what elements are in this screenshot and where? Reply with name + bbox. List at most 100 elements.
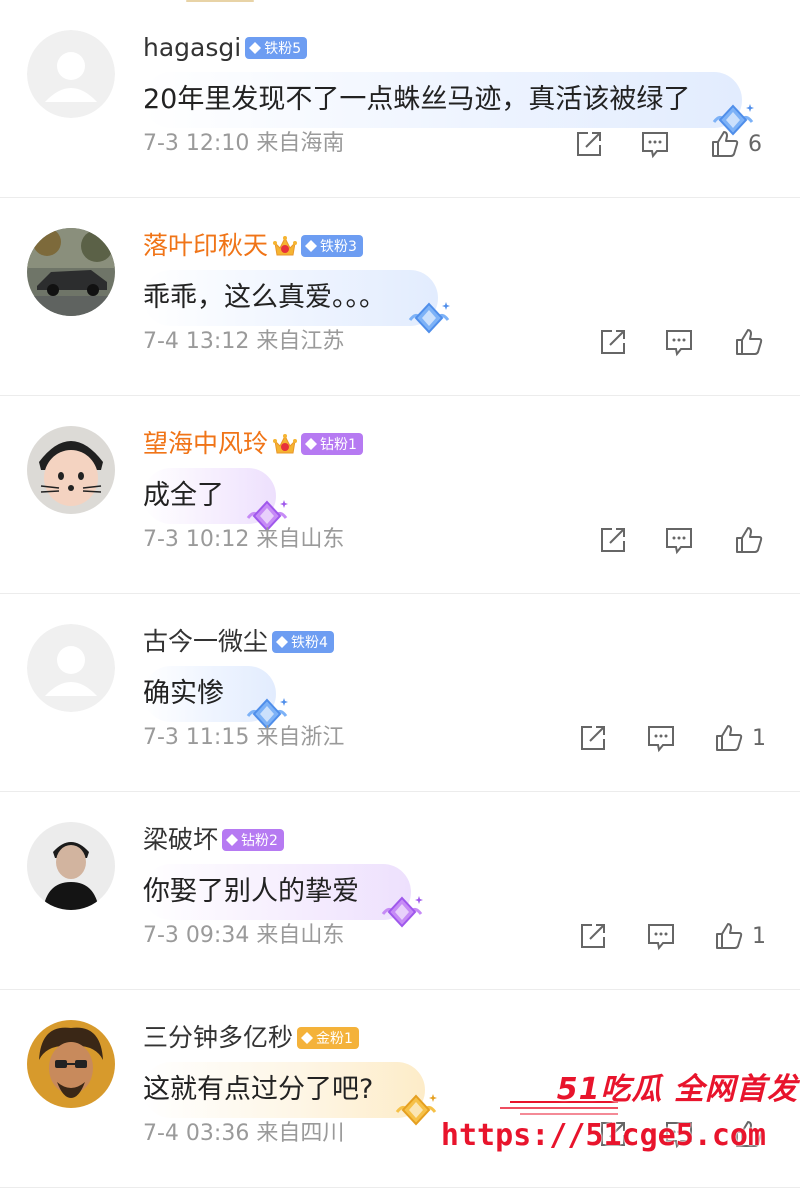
like-button[interactable]: 6 — [710, 124, 762, 164]
bubble-gem-decoration-icon — [381, 896, 423, 928]
username[interactable]: 古今一微尘 — [143, 624, 268, 660]
comment-icon — [666, 330, 692, 357]
comment-time: 7-3 11:15 — [143, 725, 250, 750]
thumbs-up-icon — [716, 923, 743, 949]
comment-meta: 7-3 12:10 来自海南 — [143, 124, 344, 164]
comment-icon — [648, 924, 674, 951]
name-row: 古今一微尘 铁粉4 — [143, 624, 780, 660]
comment-body: 古今一微尘 铁粉4 确实惨 — [143, 624, 780, 730]
comment-meta: 7-3 11:15 来自浙江 — [143, 718, 344, 758]
comment-body: hagasgi 铁粉5 20年里发现不了一点蛛丝马迹，真活该被绿了 — [143, 30, 780, 136]
comment-icon — [666, 528, 692, 555]
repost-button[interactable] — [574, 124, 604, 164]
comment-time: 7-4 13:12 — [143, 329, 250, 354]
bubble-gem-decoration-icon — [408, 302, 450, 334]
repost-button[interactable] — [578, 916, 608, 956]
thumbs-up-icon — [736, 527, 763, 553]
comment-bubble: 你娶了别人的挚爱 — [143, 864, 423, 928]
comment-item[interactable]: 三分钟多亿秒 金粉1 这就有点过分了吧? 7-4 03:36 来自四川 — [0, 990, 800, 1188]
repost-button[interactable] — [598, 1114, 628, 1154]
comment-button[interactable] — [664, 322, 694, 362]
like-count: 1 — [752, 725, 766, 751]
name-row: hagasgi 铁粉5 — [143, 30, 780, 66]
name-row: 梁破坏 钻粉2 — [143, 822, 780, 858]
fan-badge-label: 铁粉3 — [320, 239, 357, 255]
username[interactable]: hagasgi — [143, 30, 241, 66]
like-button[interactable]: 1 — [714, 916, 766, 956]
name-row: 落叶印秋天 铁粉3 — [143, 228, 780, 264]
comment-body: 梁破坏 钻粉2 你娶了别人的挚爱 — [143, 822, 780, 928]
comment-meta: 7-4 03:36 来自四川 — [143, 1114, 344, 1154]
avatar[interactable] — [27, 228, 115, 316]
avatar[interactable] — [27, 822, 115, 910]
like-button[interactable] — [734, 322, 772, 362]
comment-time: 7-3 09:34 — [143, 923, 250, 948]
comment-time: 7-3 10:12 — [143, 527, 250, 552]
fan-badge[interactable]: 铁粉4 — [272, 631, 334, 653]
comment-item[interactable]: 古今一微尘 铁粉4 确实惨 7-3 11:15 来自浙江 1 — [0, 594, 800, 792]
comment-time: 7-3 12:10 — [143, 131, 250, 156]
comment-button[interactable] — [640, 124, 670, 164]
comment-meta: 7-3 09:34 来自山东 — [143, 916, 344, 956]
username[interactable]: 三分钟多亿秒 — [143, 1020, 293, 1056]
comment-bubble: 这就有点过分了吧? — [143, 1062, 438, 1126]
repost-button[interactable] — [598, 520, 628, 560]
avatar[interactable] — [27, 30, 115, 118]
username[interactable]: 梁破坏 — [143, 822, 218, 858]
comment-item[interactable]: 梁破坏 钻粉2 你娶了别人的挚爱 7-3 09:34 来自山东 1 — [0, 792, 800, 990]
like-button[interactable]: 1 — [714, 718, 766, 758]
comment-meta: 7-4 13:12 来自江苏 — [143, 322, 344, 362]
comment-text: 乖乖，这么真爱。。。 — [143, 282, 386, 313]
fan-badge-label: 钻粉1 — [320, 437, 357, 453]
username[interactable]: 望海中风玲 — [143, 426, 268, 462]
crown-icon — [273, 434, 298, 454]
comment-location: 来自山东 — [256, 527, 345, 552]
comment-bubble: 成全了 — [143, 468, 288, 532]
avatar[interactable] — [27, 624, 115, 712]
comment-text: 成全了 — [143, 480, 224, 511]
comment-location: 来自山东 — [256, 923, 345, 948]
like-button[interactable] — [734, 520, 772, 560]
comment-bubble: 20年里发现不了一点蛛丝马迹，真活该被绿了 — [143, 72, 755, 136]
comment-bubble: 确实惨 — [143, 666, 288, 730]
avatar[interactable] — [27, 1020, 115, 1108]
comment-item[interactable]: hagasgi 铁粉5 20年里发现不了一点蛛丝马迹，真活该被绿了 7-3 12:10… — [0, 0, 800, 198]
comment-location: 来自海南 — [256, 131, 345, 156]
comment-button[interactable] — [664, 520, 694, 560]
comment-button[interactable] — [646, 916, 676, 956]
bubble-gem-decoration-icon — [396, 1094, 438, 1126]
repost-button[interactable] — [578, 718, 608, 758]
comment-text: 你娶了别人的挚爱 — [143, 876, 359, 907]
share-square-icon — [581, 924, 605, 948]
comment-item[interactable]: 落叶印秋天 铁粉3 乖乖，这么真爱。。。 7-4 13:12 来自江苏 — [0, 198, 800, 396]
username[interactable]: 落叶印秋天 — [143, 228, 268, 264]
comment-button[interactable] — [646, 718, 676, 758]
comment-body: 落叶印秋天 铁粉3 乖乖，这么真爱。。。 — [143, 228, 780, 334]
fan-badge[interactable]: 铁粉5 — [245, 37, 308, 59]
comment-body: 三分钟多亿秒 金粉1 这就有点过分了吧? — [143, 1020, 780, 1126]
crown-icon — [273, 236, 298, 256]
name-row: 三分钟多亿秒 金粉1 — [143, 1020, 780, 1056]
comment-time: 7-4 03:36 — [143, 1121, 250, 1146]
thumbs-up-icon — [736, 329, 763, 355]
fan-badge[interactable]: 钻粉2 — [222, 829, 284, 851]
comment-body: 望海中风玲 钻粉1 成全了 — [143, 426, 780, 532]
fan-badge[interactable]: 钻粉1 — [301, 433, 363, 455]
repost-button[interactable] — [598, 322, 628, 362]
comment-button[interactable] — [664, 1114, 694, 1154]
fan-badge[interactable]: 金粉1 — [297, 1027, 359, 1049]
share-square-icon — [601, 330, 625, 354]
comment-icon — [642, 132, 668, 159]
share-square-icon — [601, 1122, 625, 1146]
fan-badge[interactable]: 铁粉3 — [301, 235, 363, 257]
thumbs-up-icon — [736, 1121, 763, 1147]
avatar[interactable] — [27, 426, 115, 514]
thumbs-up-icon — [712, 131, 739, 157]
fan-badge-label: 金粉1 — [316, 1031, 353, 1047]
thumbs-up-icon — [716, 725, 743, 751]
like-button[interactable] — [734, 1114, 772, 1154]
comment-icon — [648, 726, 674, 753]
comment-location: 来自江苏 — [256, 329, 345, 354]
share-square-icon — [601, 528, 625, 552]
comment-item[interactable]: 望海中风玲 钻粉1 成全了 7-3 10:12 来自山东 — [0, 396, 800, 594]
